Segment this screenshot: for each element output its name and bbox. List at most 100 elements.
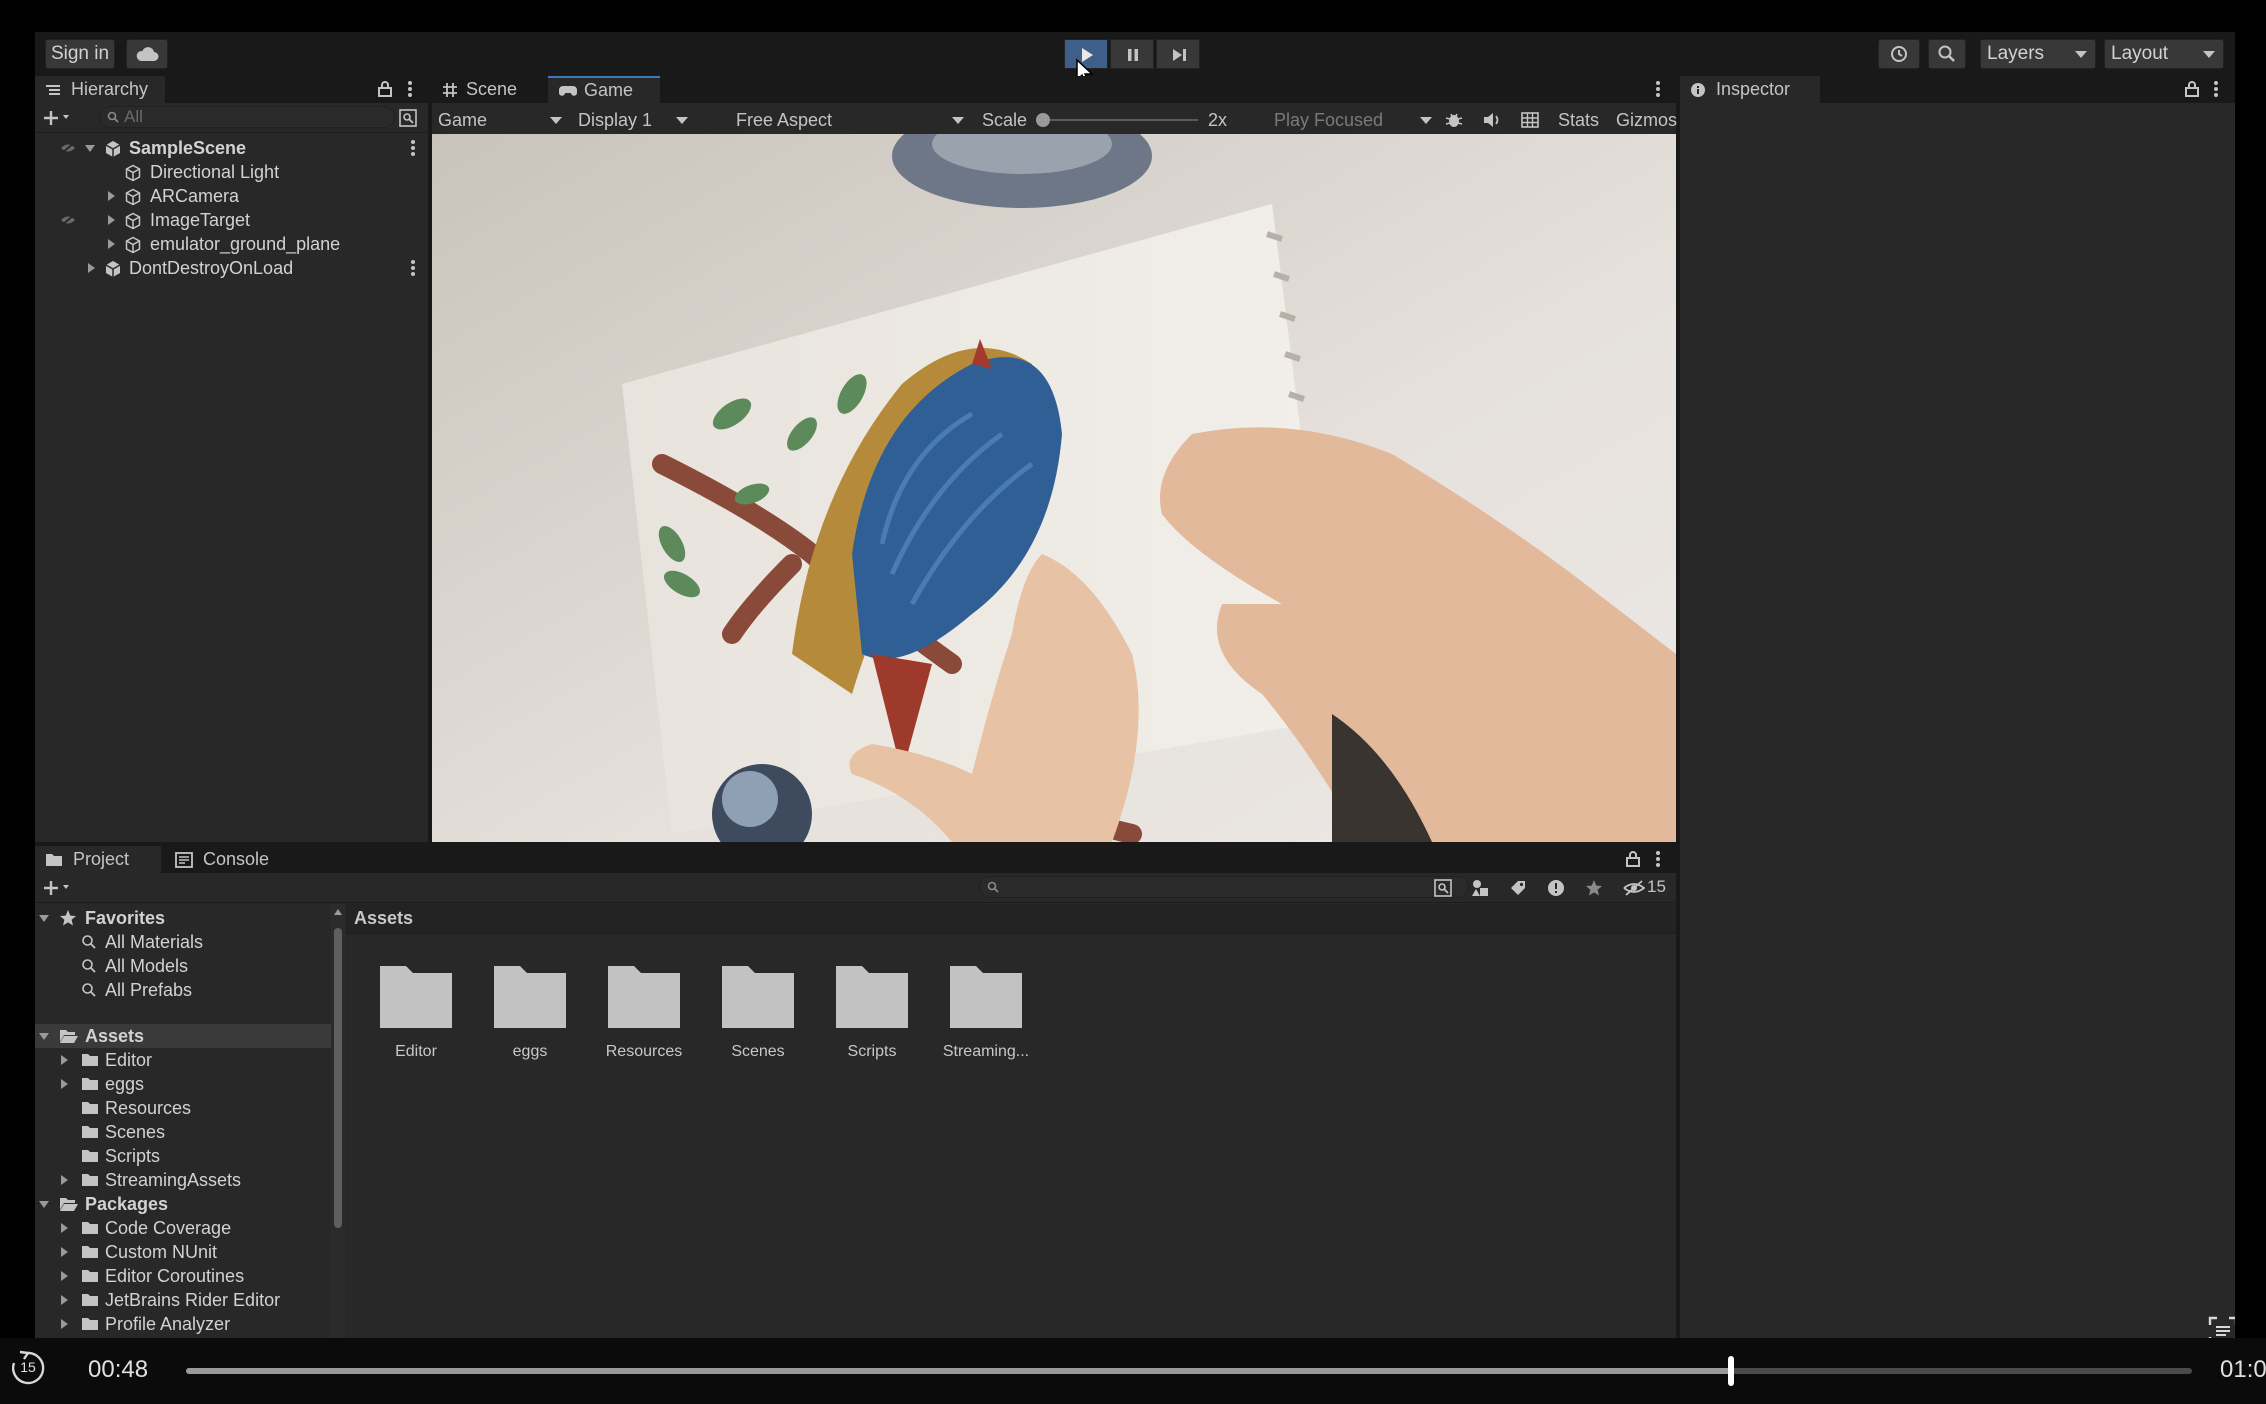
tree-item-emulator-ground-plane[interactable]: emulator_ground_plane bbox=[35, 232, 428, 256]
sign-in-button[interactable]: Sign in bbox=[45, 39, 115, 69]
lock-icon[interactable] bbox=[2185, 81, 2199, 97]
tree-item-scripts[interactable]: Scripts bbox=[35, 1144, 331, 1168]
scale-slider-thumb[interactable] bbox=[1036, 113, 1050, 127]
stats-button[interactable]: Stats bbox=[1558, 109, 1599, 131]
tab-hierarchy[interactable]: Hierarchy bbox=[35, 76, 165, 103]
lock-icon[interactable] bbox=[1626, 851, 1640, 867]
tree-item-eggs[interactable]: eggs bbox=[35, 1072, 331, 1096]
tree-item-directional-light[interactable]: Directional Light bbox=[35, 160, 428, 184]
layers-dropdown[interactable]: Layers bbox=[1980, 39, 2096, 69]
tree-item-scenes[interactable]: Scenes bbox=[35, 1120, 331, 1144]
expand-arrow[interactable] bbox=[108, 215, 115, 225]
hidden-packages-icon[interactable] bbox=[1623, 880, 1645, 896]
project-tree-scrollbar[interactable] bbox=[331, 904, 345, 1338]
scrollbar-thumb[interactable] bbox=[334, 928, 342, 1228]
scale-slider[interactable] bbox=[1036, 113, 1198, 127]
game-panel-menu-button[interactable] bbox=[1656, 81, 1660, 97]
search-button[interactable] bbox=[1928, 39, 1966, 69]
hierarchy-menu-button[interactable] bbox=[408, 81, 412, 97]
fullscreen-capture-icon[interactable] bbox=[2208, 1316, 2235, 1338]
tree-item-editor-coroutines[interactable]: Editor Coroutines bbox=[35, 1264, 331, 1288]
tree-item-code-coverage[interactable]: Code Coverage bbox=[35, 1216, 331, 1240]
scroll-up-arrow-icon[interactable] bbox=[333, 908, 343, 916]
breadcrumb-assets[interactable]: Assets bbox=[354, 908, 413, 929]
scene-menu-button[interactable] bbox=[411, 140, 415, 156]
create-button[interactable] bbox=[43, 107, 75, 129]
progress-scrubber[interactable] bbox=[1727, 1356, 1734, 1386]
create-asset-button[interactable] bbox=[43, 877, 75, 899]
tree-item-samplescene[interactable]: SampleScene bbox=[35, 136, 428, 160]
expand-arrow[interactable] bbox=[88, 263, 95, 273]
search-filter-icon[interactable] bbox=[399, 109, 417, 127]
asset-folder-scenes[interactable]: Scenes bbox=[708, 956, 808, 1060]
tab-game[interactable]: Game bbox=[548, 76, 660, 103]
tree-item-packages[interactable]: Packages bbox=[35, 1192, 331, 1216]
tree-item-all-models[interactable]: All Models bbox=[35, 954, 331, 978]
inspector-menu-button[interactable] bbox=[2214, 81, 2218, 97]
asset-folder-streamingassets[interactable]: Streaming... bbox=[936, 956, 1036, 1060]
expand-arrow[interactable] bbox=[108, 191, 115, 201]
tree-item-dontdestroyonload[interactable]: DontDestroyOnLoad bbox=[35, 256, 428, 280]
tree-item-all-prefabs[interactable]: All Prefabs bbox=[35, 978, 331, 1002]
audio-mute-icon[interactable] bbox=[1482, 110, 1502, 130]
bug-icon[interactable] bbox=[1444, 110, 1464, 130]
expand-arrow[interactable] bbox=[61, 1175, 68, 1185]
lock-icon[interactable] bbox=[378, 81, 392, 97]
expand-arrow[interactable] bbox=[61, 1319, 68, 1329]
asset-folder-resources[interactable]: Resources bbox=[594, 956, 694, 1060]
tree-item-profile-analyzer[interactable]: Profile Analyzer bbox=[35, 1312, 331, 1336]
skip-back-15-button[interactable]: 15 bbox=[10, 1350, 46, 1386]
visibility-off-icon[interactable] bbox=[60, 141, 76, 155]
tree-item-custom-nunit[interactable]: Custom NUnit bbox=[35, 1240, 331, 1264]
warning-filter-icon[interactable] bbox=[1547, 879, 1565, 897]
game-mode-dropdown[interactable]: Game bbox=[438, 109, 562, 131]
tree-item-jetbrains-rider-editor[interactable]: JetBrains Rider Editor bbox=[35, 1288, 331, 1312]
tree-item-imagetarget[interactable]: ImageTarget bbox=[35, 208, 428, 232]
tree-item-favorites[interactable]: Favorites bbox=[35, 906, 331, 930]
tree-item-assets[interactable]: Assets bbox=[35, 1024, 331, 1048]
undo-history-button[interactable] bbox=[1878, 39, 1920, 69]
expand-arrow[interactable] bbox=[39, 1201, 49, 1208]
layout-dropdown[interactable]: Layout bbox=[2104, 39, 2224, 69]
cloud-button[interactable] bbox=[126, 39, 168, 69]
tree-item-resources[interactable]: Resources bbox=[35, 1096, 331, 1120]
grid-icon[interactable] bbox=[1520, 110, 1540, 130]
tree-item-streamingassets[interactable]: StreamingAssets bbox=[35, 1168, 331, 1192]
aspect-dropdown[interactable]: Free Aspect bbox=[736, 109, 964, 131]
tab-inspector[interactable]: Inspector bbox=[1680, 76, 1820, 103]
expand-arrow[interactable] bbox=[39, 1033, 49, 1040]
tab-project[interactable]: Project bbox=[35, 846, 161, 873]
asset-folder-editor[interactable]: Editor bbox=[366, 956, 466, 1060]
expand-arrow[interactable] bbox=[61, 1271, 68, 1281]
progress-track[interactable] bbox=[186, 1356, 2192, 1386]
project-search-input[interactable] bbox=[979, 876, 1469, 898]
tree-item-all-materials[interactable]: All Materials bbox=[35, 930, 331, 954]
expand-arrow[interactable] bbox=[61, 1247, 68, 1257]
project-menu-button[interactable] bbox=[1656, 851, 1660, 867]
tab-console[interactable]: Console bbox=[163, 846, 289, 873]
tree-item-editor[interactable]: Editor bbox=[35, 1048, 331, 1072]
expand-arrow[interactable] bbox=[108, 239, 115, 249]
asset-folder-scripts[interactable]: Scripts bbox=[822, 956, 922, 1060]
expand-arrow[interactable] bbox=[85, 145, 95, 152]
expand-arrow[interactable] bbox=[61, 1223, 68, 1233]
tree-item-arcamera[interactable]: ARCamera bbox=[35, 184, 428, 208]
expand-arrow[interactable] bbox=[61, 1295, 68, 1305]
scene-menu-button[interactable] bbox=[411, 260, 415, 276]
search-filter-icon[interactable] bbox=[1434, 879, 1452, 897]
pause-button[interactable] bbox=[1110, 39, 1154, 69]
expand-arrow[interactable] bbox=[39, 915, 49, 922]
filter-by-label-icon[interactable] bbox=[1509, 879, 1527, 897]
hierarchy-search-input[interactable]: All bbox=[99, 106, 395, 128]
star-favorite-icon[interactable] bbox=[1585, 879, 1603, 897]
step-button[interactable] bbox=[1156, 39, 1200, 69]
expand-arrow[interactable] bbox=[61, 1055, 68, 1065]
filter-by-type-icon[interactable] bbox=[1471, 879, 1491, 897]
display-dropdown[interactable]: Display 1 bbox=[578, 109, 688, 131]
expand-arrow[interactable] bbox=[61, 1079, 68, 1089]
asset-folder-eggs[interactable]: eggs bbox=[480, 956, 580, 1060]
visibility-off-icon[interactable] bbox=[60, 213, 76, 227]
play-focused-dropdown[interactable]: Play Focused bbox=[1274, 109, 1432, 131]
game-view-render[interactable] bbox=[432, 134, 1676, 842]
tab-scene[interactable]: Scene bbox=[432, 76, 546, 103]
